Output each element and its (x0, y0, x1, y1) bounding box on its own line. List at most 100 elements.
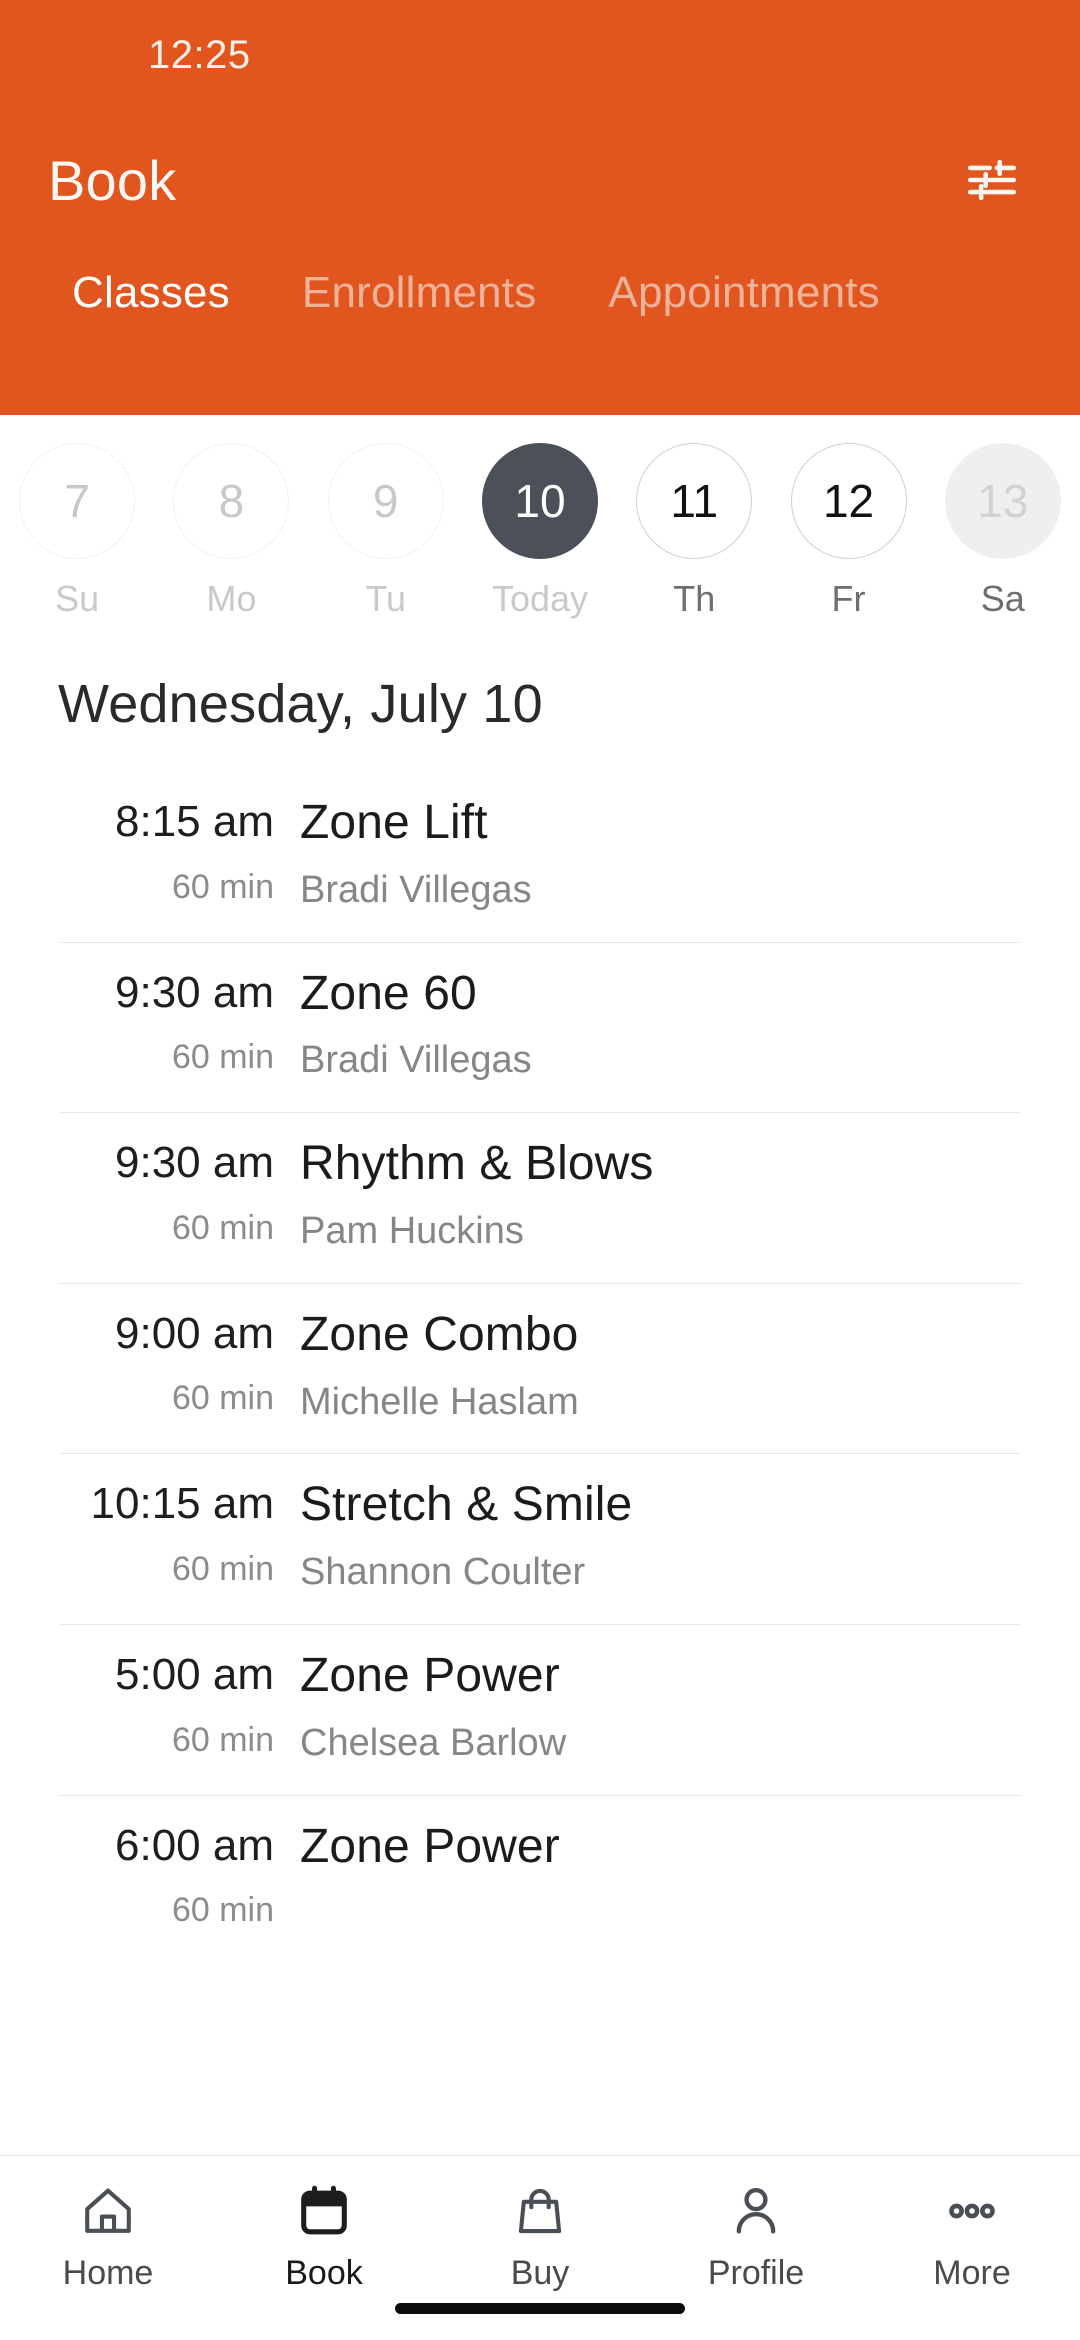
class-list-item[interactable]: 9:00 am 60 min Zone Combo Michelle Hasla… (0, 1282, 1080, 1454)
app-header: 12:25 Book Classes Enrollments Appointme… (0, 0, 1080, 415)
date-weekday-8: Mo (206, 578, 257, 619)
class-list-item[interactable]: 9:30 am 60 min Rhythm & Blows Pam Huckin… (0, 1112, 1080, 1283)
class-start-time: 9:00 am (115, 1308, 274, 1358)
class-duration: 60 min (171, 1038, 274, 1077)
book-screen: 12:25 Book Classes Enrollments Appointme… (0, 0, 1080, 2340)
tab-enrollments[interactable]: Enrollments (266, 268, 573, 318)
class-info-column: Zone Power (300, 1819, 1080, 1894)
class-time-column: 9:30 am 60 min (0, 968, 300, 1078)
nav-item-more[interactable]: More (864, 2180, 1080, 2290)
class-start-time: 6:00 am (115, 1820, 274, 1870)
date-cell-12[interactable]: 12 Fr (771, 443, 925, 617)
class-instructor: Pam Huckins (300, 1209, 524, 1252)
calendar-icon (293, 2180, 355, 2242)
class-name: Stretch & Smile (300, 1478, 633, 1532)
class-duration: 60 min (171, 1379, 274, 1418)
home-indicator-wrap (0, 2303, 1080, 2314)
page-title: Book (48, 148, 177, 212)
date-number-8: 8 (173, 443, 290, 559)
class-time-column: 8:15 am 60 min (0, 797, 300, 907)
nav-label-profile: Profile (707, 2254, 805, 2292)
status-bar: 12:25 (0, 0, 1080, 110)
class-info-column: Zone 60 Bradi Villegas (300, 966, 1080, 1083)
date-weekday-7: Su (55, 578, 100, 619)
class-list-item[interactable]: 8:15 am 60 min Zone Lift Bradi Villegas (0, 771, 1080, 942)
nav-item-buy[interactable]: Buy (432, 2180, 648, 2290)
sliders-filter-icon[interactable] (956, 144, 1028, 216)
class-duration: 60 min (171, 867, 274, 906)
class-duration: 60 min (171, 1720, 274, 1759)
date-number-10: 10 (481, 443, 598, 559)
date-weekday-12: Fr (831, 578, 866, 619)
class-start-time: 9:30 am (115, 967, 274, 1017)
nav-label-book: Book (285, 2254, 363, 2292)
house-icon (77, 2180, 139, 2242)
person-icon (725, 2180, 787, 2242)
class-list-item[interactable]: 9:30 am 60 min Zone 60 Bradi Villegas (0, 941, 1080, 1113)
nav-label-buy: Buy (510, 2254, 570, 2292)
class-info-column: Rhythm & Blows Pam Huckins (300, 1137, 1080, 1253)
class-duration: 60 min (171, 1208, 274, 1247)
date-number-12: 12 (790, 443, 907, 559)
date-weekday-13: Sa (980, 578, 1025, 619)
date-weekday-9: Tu (365, 578, 407, 619)
class-name: Zone Power (300, 1648, 560, 1702)
class-duration: 60 min (171, 1549, 274, 1588)
class-instructor: Shannon Coulter (300, 1551, 586, 1594)
date-cell-10-today[interactable]: 10 Today (463, 443, 617, 617)
class-start-time: 10:15 am (90, 1479, 274, 1529)
class-name: Zone Combo (300, 1307, 579, 1361)
ellipsis-icon (941, 2180, 1003, 2242)
nav-item-home[interactable]: Home (0, 2180, 216, 2290)
nav-label-more: More (933, 2254, 1011, 2292)
class-list-item[interactable]: 5:00 am 60 min Zone Power Chelsea Barlow (0, 1623, 1080, 1795)
tab-appointments[interactable]: Appointments (572, 268, 915, 318)
class-list-item[interactable]: 6:00 am 60 min Zone Power (0, 1794, 1080, 1961)
class-duration: 60 min (171, 1891, 274, 1930)
date-weekday-10: Today (491, 578, 589, 619)
class-name: Zone Power (300, 1819, 560, 1873)
class-time-column: 10:15 am 60 min (0, 1479, 300, 1589)
class-start-time: 5:00 am (115, 1649, 274, 1699)
title-bar: Book (0, 110, 1080, 250)
class-time-column: 9:00 am 60 min (0, 1309, 300, 1419)
date-cell-7[interactable]: 7 Su (0, 443, 154, 617)
home-indicator[interactable] (395, 2303, 685, 2314)
class-name: Zone 60 (300, 966, 477, 1020)
nav-label-home: Home (62, 2254, 154, 2292)
date-number-11: 11 (636, 443, 753, 559)
date-selector-strip: 7 Su 8 Mo 9 Tu 10 Today 11 Th 12 Fr 13 S… (0, 415, 1080, 645)
status-bar-clock: 12:25 (148, 32, 251, 77)
date-number-13: 13 (944, 443, 1061, 559)
tab-classes[interactable]: Classes (36, 268, 266, 318)
class-list-item[interactable]: 10:15 am 60 min Stretch & Smile Shannon … (0, 1453, 1080, 1624)
date-weekday-11: Th (673, 578, 716, 619)
date-cell-11[interactable]: 11 Th (617, 443, 771, 617)
class-instructor: Bradi Villegas (300, 868, 532, 911)
date-cell-9[interactable]: 9 Tu (309, 443, 463, 617)
class-start-time: 9:30 am (115, 1138, 274, 1188)
class-instructor: Chelsea Barlow (300, 1721, 567, 1764)
class-time-column: 5:00 am 60 min (0, 1650, 300, 1760)
class-name: Rhythm & Blows (300, 1137, 654, 1191)
class-schedule-list[interactable]: 8:15 am 60 min Zone Lift Bradi Villegas … (0, 771, 1080, 2155)
nav-item-book[interactable]: Book (216, 2180, 432, 2290)
class-instructor: Bradi Villegas (300, 1039, 532, 1082)
date-number-9: 9 (327, 443, 444, 559)
class-instructor: Michelle Haslam (300, 1380, 579, 1423)
date-cell-13[interactable]: 13 Sa (926, 443, 1080, 617)
class-info-column: Zone Power Chelsea Barlow (300, 1648, 1080, 1765)
nav-item-profile[interactable]: Profile (648, 2180, 864, 2290)
class-time-column: 6:00 am 60 min (0, 1821, 300, 1931)
header-tabs: Classes Enrollments Appointments (0, 250, 1080, 318)
class-info-column: Zone Combo Michelle Haslam (300, 1307, 1080, 1424)
class-info-column: Zone Lift Bradi Villegas (300, 796, 1080, 912)
class-info-column: Stretch & Smile Shannon Coulter (300, 1479, 1080, 1594)
date-number-7: 7 (19, 443, 136, 559)
shopping-bag-icon (509, 2180, 571, 2242)
class-time-column: 9:30 am 60 min (0, 1138, 300, 1248)
class-name: Zone Lift (300, 796, 488, 849)
date-cell-8[interactable]: 8 Mo (154, 443, 308, 617)
selected-date-heading: Wednesday, July 10 (58, 674, 543, 734)
class-start-time: 8:15 am (115, 797, 274, 846)
